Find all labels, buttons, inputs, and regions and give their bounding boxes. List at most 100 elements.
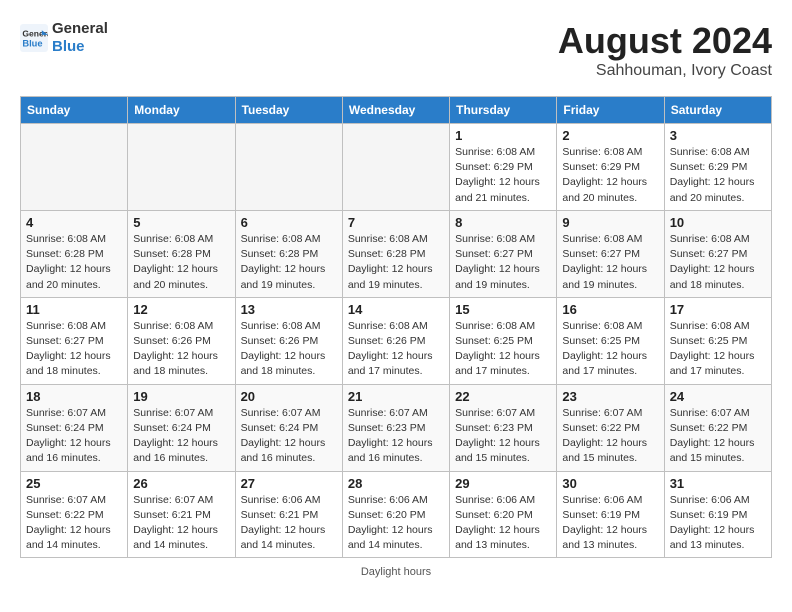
footer-note: Daylight hours [20, 566, 772, 578]
day-cell [128, 124, 235, 211]
day-info: Sunrise: 6:08 AM Sunset: 6:29 PM Dayligh… [670, 145, 766, 206]
day-info: Sunrise: 6:07 AM Sunset: 6:22 PM Dayligh… [562, 406, 658, 467]
day-number: 28 [348, 476, 444, 491]
header-cell-monday: Monday [128, 97, 235, 124]
day-info: Sunrise: 6:07 AM Sunset: 6:24 PM Dayligh… [241, 406, 337, 467]
day-number: 30 [562, 476, 658, 491]
day-info: Sunrise: 6:07 AM Sunset: 6:22 PM Dayligh… [670, 406, 766, 467]
day-cell [235, 124, 342, 211]
day-number: 31 [670, 476, 766, 491]
day-number: 26 [133, 476, 229, 491]
day-cell: 10Sunrise: 6:08 AM Sunset: 6:27 PM Dayli… [664, 210, 771, 297]
day-number: 5 [133, 215, 229, 230]
day-number: 7 [348, 215, 444, 230]
day-cell: 12Sunrise: 6:08 AM Sunset: 6:26 PM Dayli… [128, 297, 235, 384]
title-block: August 2024 Sahhouman, Ivory Coast [558, 20, 772, 80]
header-cell-wednesday: Wednesday [342, 97, 449, 124]
week-row-4: 18 Sunrise: 6:07 AM Sunset: 6:24 PM Dayli… [21, 384, 772, 471]
day-info: Sunrise: 6:08 AM Sunset: 6:28 PM Dayligh… [241, 232, 337, 293]
header-cell-friday: Friday [557, 97, 664, 124]
day-info: Sunrise: 6:07 AM Sunset: 6:21 PM Dayligh… [133, 493, 229, 554]
day-number: 2 [562, 128, 658, 143]
header-cell-tuesday: Tuesday [235, 97, 342, 124]
day-info: Sunrise: 6:07 AM Sunset: 6:24 PM Dayligh… [133, 406, 229, 467]
day-number: 8 [455, 215, 551, 230]
day-info: Sunrise: 6:08 AM Sunset: 6:27 PM Dayligh… [562, 232, 658, 293]
day-cell: 22 Sunrise: 6:07 AM Sunset: 6:23 PM Dayli… [450, 384, 557, 471]
day-cell: 28Sunrise: 6:06 AM Sunset: 6:20 PM Dayli… [342, 471, 449, 558]
header-cell-thursday: Thursday [450, 97, 557, 124]
day-number: 4 [26, 215, 122, 230]
day-info: Sunrise: 6:08 AM Sunset: 6:28 PM Dayligh… [26, 232, 122, 293]
day-cell [342, 124, 449, 211]
calendar-body: 1 Sunrise: 6:08 AM Sunset: 6:29 PM Daylig… [21, 124, 772, 558]
calendar-title: August 2024 [558, 20, 772, 62]
day-cell: 2Sunrise: 6:08 AM Sunset: 6:29 PM Daylig… [557, 124, 664, 211]
day-number: 23 [562, 389, 658, 404]
day-cell: 18Sunrise: 6:07 AM Sunset: 6:24 PM Dayli… [21, 384, 128, 471]
day-number: 21 [348, 389, 444, 404]
day-number: 6 [241, 215, 337, 230]
header-cell-sunday: Sunday [21, 97, 128, 124]
day-info: Sunrise: 6:08 AM Sunset: 6:27 PM Dayligh… [670, 232, 766, 293]
day-cell: 20 Sunrise: 6:07 AM Sunset: 6:24 PM Dayli… [235, 384, 342, 471]
day-number: 14 [348, 302, 444, 317]
day-number: 3 [670, 128, 766, 143]
day-number: 25 [26, 476, 122, 491]
day-cell: 13 Sunrise: 6:08 AM Sunset: 6:26 PM Dayli… [235, 297, 342, 384]
day-info: Sunrise: 6:08 AM Sunset: 6:25 PM Dayligh… [455, 319, 551, 380]
day-number: 1 [455, 128, 551, 143]
day-info: Sunrise: 6:08 AM Sunset: 6:26 PM Dayligh… [133, 319, 229, 380]
calendar-header: SundayMondayTuesdayWednesdayThursdayFrid… [21, 97, 772, 124]
page-header: General Blue GeneralBlue August 2024 Sah… [20, 20, 772, 80]
day-cell: 5Sunrise: 6:08 AM Sunset: 6:28 PM Daylig… [128, 210, 235, 297]
day-cell: 16 Sunrise: 6:08 AM Sunset: 6:25 PM Dayli… [557, 297, 664, 384]
week-row-2: 4 Sunrise: 6:08 AM Sunset: 6:28 PM Daylig… [21, 210, 772, 297]
day-info: Sunrise: 6:06 AM Sunset: 6:20 PM Dayligh… [455, 493, 551, 554]
day-cell: 1 Sunrise: 6:08 AM Sunset: 6:29 PM Daylig… [450, 124, 557, 211]
day-cell [21, 124, 128, 211]
day-number: 24 [670, 389, 766, 404]
day-number: 29 [455, 476, 551, 491]
day-cell: 19 Sunrise: 6:07 AM Sunset: 6:24 PM Dayli… [128, 384, 235, 471]
day-number: 19 [133, 389, 229, 404]
day-cell: 25 Sunrise: 6:07 AM Sunset: 6:22 PM Dayli… [21, 471, 128, 558]
day-info: Sunrise: 6:08 AM Sunset: 6:27 PM Dayligh… [26, 319, 122, 380]
day-number: 16 [562, 302, 658, 317]
day-cell: 4 Sunrise: 6:08 AM Sunset: 6:28 PM Daylig… [21, 210, 128, 297]
day-cell: 11Sunrise: 6:08 AM Sunset: 6:27 PM Dayli… [21, 297, 128, 384]
svg-text:Blue: Blue [22, 39, 42, 49]
day-info: Sunrise: 6:08 AM Sunset: 6:25 PM Dayligh… [670, 319, 766, 380]
logo: General Blue GeneralBlue [20, 20, 108, 56]
day-number: 20 [241, 389, 337, 404]
week-row-5: 25 Sunrise: 6:07 AM Sunset: 6:22 PM Dayli… [21, 471, 772, 558]
day-info: Sunrise: 6:07 AM Sunset: 6:23 PM Dayligh… [348, 406, 444, 467]
day-cell: 24 Sunrise: 6:07 AM Sunset: 6:22 PM Dayli… [664, 384, 771, 471]
day-cell: 6 Sunrise: 6:08 AM Sunset: 6:28 PM Daylig… [235, 210, 342, 297]
day-number: 17 [670, 302, 766, 317]
day-cell: 30 Sunrise: 6:06 AM Sunset: 6:19 PM Dayli… [557, 471, 664, 558]
day-number: 18 [26, 389, 122, 404]
day-cell: 26 Sunrise: 6:07 AM Sunset: 6:21 PM Dayli… [128, 471, 235, 558]
day-info: Sunrise: 6:07 AM Sunset: 6:23 PM Dayligh… [455, 406, 551, 467]
day-info: Sunrise: 6:07 AM Sunset: 6:22 PM Dayligh… [26, 493, 122, 554]
day-info: Sunrise: 6:08 AM Sunset: 6:29 PM Dayligh… [455, 145, 551, 206]
day-number: 13 [241, 302, 337, 317]
calendar-table: SundayMondayTuesdayWednesdayThursdayFrid… [20, 96, 772, 558]
day-cell: 23 Sunrise: 6:07 AM Sunset: 6:22 PM Dayli… [557, 384, 664, 471]
day-number: 22 [455, 389, 551, 404]
day-number: 9 [562, 215, 658, 230]
day-info: Sunrise: 6:06 AM Sunset: 6:21 PM Dayligh… [241, 493, 337, 554]
day-number: 15 [455, 302, 551, 317]
day-info: Sunrise: 6:08 AM Sunset: 6:26 PM Dayligh… [241, 319, 337, 380]
day-cell: 8Sunrise: 6:08 AM Sunset: 6:27 PM Daylig… [450, 210, 557, 297]
day-cell: 9 Sunrise: 6:08 AM Sunset: 6:27 PM Daylig… [557, 210, 664, 297]
header-cell-saturday: Saturday [664, 97, 771, 124]
week-row-3: 11Sunrise: 6:08 AM Sunset: 6:27 PM Dayli… [21, 297, 772, 384]
day-cell: 21 Sunrise: 6:07 AM Sunset: 6:23 PM Dayli… [342, 384, 449, 471]
day-info: Sunrise: 6:08 AM Sunset: 6:26 PM Dayligh… [348, 319, 444, 380]
calendar-subtitle: Sahhouman, Ivory Coast [558, 62, 772, 80]
day-info: Sunrise: 6:06 AM Sunset: 6:19 PM Dayligh… [562, 493, 658, 554]
day-cell: 7Sunrise: 6:08 AM Sunset: 6:28 PM Daylig… [342, 210, 449, 297]
day-info: Sunrise: 6:08 AM Sunset: 6:25 PM Dayligh… [562, 319, 658, 380]
